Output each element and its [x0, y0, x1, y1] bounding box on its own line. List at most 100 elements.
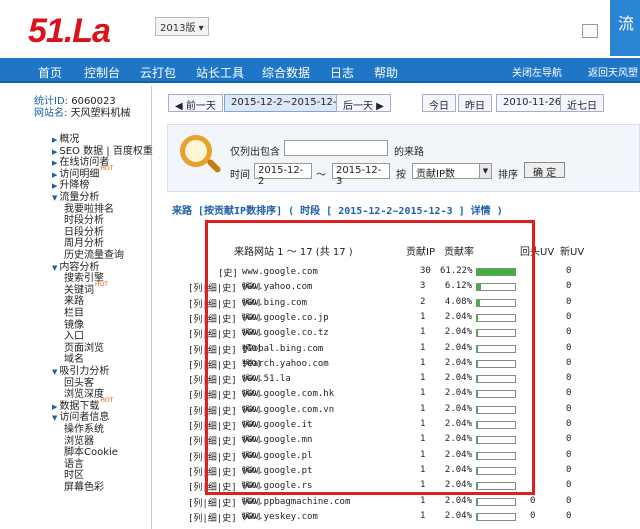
nav-item[interactable]: 帮助 — [374, 64, 398, 81]
seo-badge[interactable]: SEO — [242, 359, 253, 366]
row-ip: 1 — [420, 388, 426, 399]
row-actions[interactable]: [列|细|史] — [188, 281, 237, 294]
seo-badge[interactable]: SEO — [242, 451, 253, 458]
share-bar — [476, 390, 516, 399]
filter-panel: 仅列出包含 的来路 时间 2015-12-2 ～ 2015-12-3 按 贡献I… — [167, 124, 640, 192]
header-pct[interactable]: 贡献率 — [444, 243, 474, 265]
yesterday-tab[interactable]: 昨日 — [458, 94, 492, 112]
today-tab[interactable]: 今日 — [422, 94, 456, 112]
share-bar — [476, 451, 516, 460]
row-actions[interactable]: [列|细|史] — [188, 404, 237, 417]
header-ip[interactable]: 贡献IP — [406, 243, 435, 265]
start-date-input[interactable]: 2015-12-2 — [254, 163, 312, 187]
date-tab[interactable]: 2010-11-26 — [496, 94, 569, 112]
header-new-uv[interactable]: 新UV — [560, 243, 584, 265]
caret-down-icon: ▼ — [52, 414, 58, 423]
seo-badge[interactable]: SEO — [242, 481, 253, 488]
share-bar-fill — [477, 422, 478, 428]
row-ip: 1 — [420, 311, 426, 322]
hot-badge: HOT — [95, 280, 108, 288]
row-pct: 2.04% — [444, 495, 472, 506]
row-actions[interactable]: [列|细|史] — [188, 496, 237, 509]
row-actions[interactable]: [列|细|史] — [188, 358, 237, 371]
seo-badge[interactable]: SEO — [242, 405, 253, 412]
header-return-uv[interactable]: 回头UV — [520, 243, 554, 265]
row-actions[interactable]: [列|细|史] — [188, 312, 237, 325]
share-bar-fill — [477, 467, 478, 474]
share-bar — [476, 421, 516, 429]
row-actions[interactable]: [史] — [218, 266, 238, 279]
nav-item[interactable]: 首页 — [38, 64, 62, 81]
row-actions[interactable]: [列|细|史] — [188, 343, 237, 356]
prev-day-tab[interactable]: ◀ 前一天 — [168, 94, 223, 112]
date-tilde: ～ — [316, 170, 326, 181]
nav-item[interactable]: 返回天风塑 — [588, 64, 638, 79]
hot-badge: HOT — [100, 164, 114, 172]
seo-badge[interactable]: SEO — [242, 313, 253, 320]
seo-badge[interactable]: SEO — [242, 389, 253, 396]
seo-badge[interactable]: SEO — [242, 466, 253, 473]
site-link[interactable]: www.google.com — [242, 267, 318, 277]
site-name-label: 网站名: — [34, 108, 68, 119]
top-banner[interactable]: 流 — [610, 0, 640, 56]
logo[interactable]: 51.La — [28, 12, 111, 51]
row-pct: 2.04% — [444, 403, 472, 414]
confirm-button[interactable]: 确 定 — [524, 162, 566, 179]
seo-badge[interactable]: SEO — [242, 512, 253, 519]
nav-item[interactable]: 云打包 — [140, 64, 176, 81]
table-row: [列|细|史] www.yeskey.com [GO] SEO 1 2.04% 0 0 — [184, 510, 584, 525]
row-actions[interactable]: [列|细|史] — [188, 388, 237, 401]
contains-input[interactable] — [284, 140, 388, 156]
row-new-uv: 0 — [566, 281, 572, 292]
broken-image-icon — [582, 24, 598, 38]
sort-select[interactable]: 贡献IP数 ▼ — [412, 163, 492, 180]
nav-item[interactable]: 控制台 — [84, 64, 120, 81]
row-new-uv: 0 — [566, 327, 572, 338]
row-return-uv: 0 — [530, 495, 536, 506]
row-actions[interactable]: [列|细|史] — [188, 327, 237, 340]
table-row: [列|细|史] www.google.co.tz [GO] SEO 1 2.04% 0 — [184, 326, 584, 341]
row-actions[interactable]: [列|细|史] — [188, 434, 237, 447]
row-actions[interactable]: [列|细|史] — [188, 419, 237, 432]
seo-badge[interactable]: SEO — [242, 282, 253, 289]
nav-item[interactable]: 站长工具 — [196, 64, 244, 81]
nav-item[interactable]: 日志 — [330, 64, 354, 81]
seo-badge[interactable]: SEO — [242, 344, 253, 351]
date-tabs: ◀ 前一天 2015-12-2~2015-12-3 后一天 ▶ 今日 昨日 20… — [152, 90, 640, 116]
nav-item[interactable]: 关闭左导航 — [512, 64, 562, 79]
seo-badge[interactable]: SEO — [242, 435, 253, 442]
row-new-uv: 0 — [566, 434, 572, 445]
header-site[interactable]: 来路网站 1 ～ 17 (共 17 ) — [234, 243, 353, 265]
row-actions[interactable]: [列|细|史] — [188, 297, 237, 310]
week-tab[interactable]: 近七日 — [560, 94, 604, 112]
share-bar-fill — [477, 284, 481, 291]
table-row: [列|细|史] www.51.la [GO] SEO 1 2.04% 0 — [184, 372, 584, 387]
end-date-input[interactable]: 2015-12-3 — [332, 163, 390, 187]
site-name-value: 天风塑料机械 — [70, 108, 131, 119]
main-nav: 首页 控制台 云打包 站长工具 综合数据 日志 帮助 关闭左导航 返回天风塑 — [0, 58, 640, 83]
row-actions[interactable]: [列|细|史] — [188, 511, 237, 524]
caret-down-icon: ▼ — [52, 368, 58, 376]
seo-badge[interactable]: SEO — [242, 374, 253, 381]
range-tab[interactable]: 2015-12-2~2015-12-3 — [224, 94, 350, 112]
share-bar — [476, 436, 516, 445]
share-bar — [476, 512, 516, 521]
share-bar-fill — [477, 406, 478, 413]
seo-badge[interactable]: SEO — [242, 328, 253, 335]
row-actions[interactable]: [列|细|史] — [188, 480, 237, 493]
sidebar-item[interactable]: 屏幕色彩 — [64, 478, 104, 493]
version-selector[interactable]: 2013版 ▾ — [155, 17, 209, 36]
row-actions[interactable]: [列|细|史] — [188, 450, 237, 463]
seo-badge[interactable]: SEO — [242, 497, 253, 504]
row-pct: 2.04% — [444, 434, 472, 445]
seo-badge[interactable]: SEO — [242, 298, 253, 305]
seo-badge[interactable]: SEO — [242, 420, 253, 427]
nav-item[interactable]: 综合数据 — [262, 64, 310, 81]
share-bar-fill — [477, 376, 478, 383]
next-day-tab[interactable]: 后一天 ▶ — [336, 94, 391, 112]
row-actions[interactable]: [列|细|史] — [188, 465, 237, 478]
table-row: [列|细|史] www.ppbagmachine.com [GO] SEO 1 2.04… — [184, 495, 584, 510]
row-actions[interactable]: [列|细|史] — [188, 373, 237, 386]
row-pct: 2.04% — [444, 327, 472, 338]
table-row: [列|细|史] www.google.com.hk [GO] SEO 1 2.04% 0 — [184, 387, 584, 402]
